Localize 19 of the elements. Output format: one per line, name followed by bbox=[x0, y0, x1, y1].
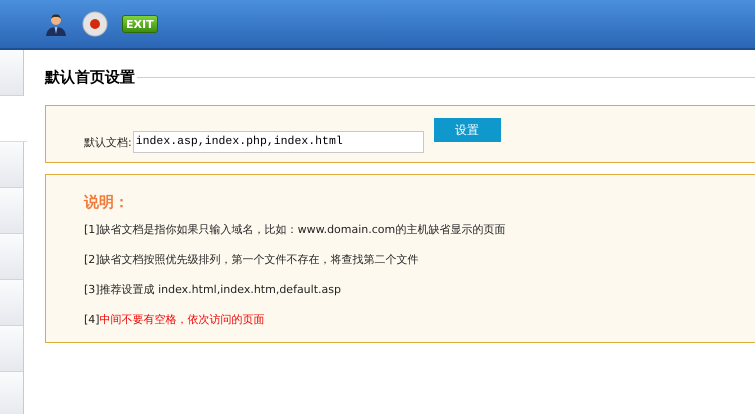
sidebar-tab[interactable] bbox=[0, 188, 23, 234]
sidebar-tab[interactable] bbox=[0, 280, 23, 326]
note-text: [1]缺省文档是指你如果只输入域名，比如：www.domain.com的主机缺省显示的页面 bbox=[84, 222, 506, 238]
notes-title: 说明： bbox=[84, 192, 130, 212]
sidebar-tab[interactable] bbox=[0, 234, 23, 280]
exit-button[interactable]: EXIT bbox=[122, 15, 158, 33]
sidebar-tab[interactable] bbox=[0, 50, 23, 96]
note-text: [4]中间不要有空格，依次访问的页面 bbox=[84, 312, 266, 328]
sidebar-tab[interactable] bbox=[0, 372, 23, 414]
record-icon[interactable] bbox=[82, 11, 108, 37]
settings-button[interactable]: 设置 bbox=[434, 118, 501, 142]
section-title: 默认首页设置 bbox=[45, 67, 135, 88]
note-text: [2]缺省文档按照优先级排列，第一个文件不存在，将查找第二个文件 bbox=[84, 252, 420, 268]
sidebar-tab[interactable] bbox=[0, 326, 23, 372]
user-icon[interactable] bbox=[44, 12, 68, 36]
field-label: 默认文档: bbox=[84, 135, 132, 151]
sidebar-tab[interactable] bbox=[0, 142, 23, 188]
note-text: [3]推荐设置成 index.html,index.htm,default.asp bbox=[84, 282, 342, 298]
default-document-field[interactable]: index.asp,index.php,index.html bbox=[132, 130, 424, 152]
